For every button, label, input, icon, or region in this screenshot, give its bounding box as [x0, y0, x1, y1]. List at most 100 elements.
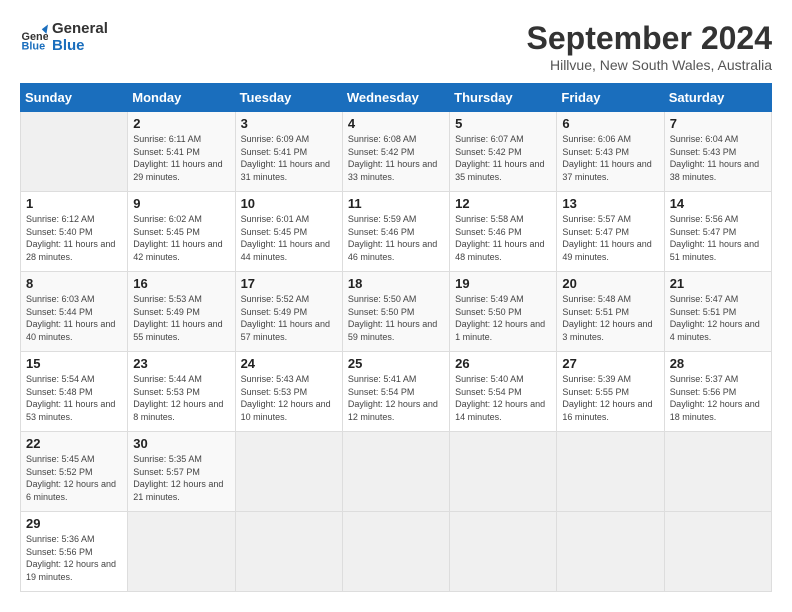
cell-info: Sunrise: 5:44 AMSunset: 5:53 PMDaylight:…	[133, 373, 229, 423]
table-cell	[128, 512, 235, 592]
day-number: 30	[133, 436, 229, 451]
table-cell: 30 Sunrise: 5:35 AMSunset: 5:57 PMDayligh…	[128, 432, 235, 512]
day-number: 3	[241, 116, 337, 131]
table-cell: 9Sunrise: 6:02 AMSunset: 5:45 PMDaylight…	[128, 192, 235, 272]
cell-info: Sunrise: 5:45 AMSunset: 5:52 PMDaylight:…	[26, 453, 122, 503]
day-number: 28	[670, 356, 766, 371]
table-cell: 22 Sunrise: 5:45 AMSunset: 5:52 PMDayligh…	[21, 432, 128, 512]
table-row: 29 Sunrise: 5:36 AMSunset: 5:56 PMDayligh…	[21, 512, 772, 592]
cell-info: Sunrise: 5:36 AMSunset: 5:56 PMDaylight:…	[26, 533, 122, 583]
cell-info: Sunrise: 5:40 AMSunset: 5:54 PMDaylight:…	[455, 373, 551, 423]
day-number: 13	[562, 196, 658, 211]
day-number: 21	[670, 276, 766, 291]
day-number: 27	[562, 356, 658, 371]
day-number: 16	[133, 276, 229, 291]
day-number: 4	[348, 116, 444, 131]
table-cell: 23 Sunrise: 5:44 AMSunset: 5:53 PMDayligh…	[128, 352, 235, 432]
table-cell: 26Sunrise: 5:40 AMSunset: 5:54 PMDayligh…	[450, 352, 557, 432]
day-number: 6	[562, 116, 658, 131]
table-cell: 16 Sunrise: 5:53 AMSunset: 5:49 PMDayligh…	[128, 272, 235, 352]
day-number: 8	[26, 276, 122, 291]
cell-info: Sunrise: 5:48 AMSunset: 5:51 PMDaylight:…	[562, 293, 658, 343]
table-cell	[235, 432, 342, 512]
day-number: 23	[133, 356, 229, 371]
day-number: 15	[26, 356, 122, 371]
table-cell: 19 Sunrise: 5:49 AMSunset: 5:50 PMDayligh…	[450, 272, 557, 352]
cell-info: Sunrise: 6:01 AMSunset: 5:45 PMDaylight:…	[241, 213, 337, 263]
cell-info: Sunrise: 6:12 AMSunset: 5:40 PMDaylight:…	[26, 213, 122, 263]
day-number: 9	[133, 196, 229, 211]
table-cell	[235, 512, 342, 592]
calendar-table: Sunday Monday Tuesday Wednesday Thursday…	[20, 83, 772, 592]
col-tuesday: Tuesday	[235, 84, 342, 112]
col-wednesday: Wednesday	[342, 84, 449, 112]
table-cell: 5Sunrise: 6:07 AMSunset: 5:42 PMDaylight…	[450, 112, 557, 192]
table-row: 15 Sunrise: 5:54 AMSunset: 5:48 PMDayligh…	[21, 352, 772, 432]
table-cell: 15 Sunrise: 5:54 AMSunset: 5:48 PMDayligh…	[21, 352, 128, 432]
table-cell: 8 Sunrise: 6:03 AMSunset: 5:44 PMDaylight…	[21, 272, 128, 352]
table-row: 2 Sunrise: 6:11 AMSunset: 5:41 PMDaylight…	[21, 112, 772, 192]
cell-info: Sunrise: 6:08 AMSunset: 5:42 PMDaylight:…	[348, 133, 444, 183]
cell-info: Sunrise: 5:43 AMSunset: 5:53 PMDaylight:…	[241, 373, 337, 423]
calendar-subtitle: Hillvue, New South Wales, Australia	[527, 57, 772, 73]
day-number: 5	[455, 116, 551, 131]
table-cell: 11Sunrise: 5:59 AMSunset: 5:46 PMDayligh…	[342, 192, 449, 272]
day-number: 2	[133, 116, 229, 131]
page-header: General Blue General Blue September 2024…	[20, 20, 772, 73]
col-saturday: Saturday	[664, 84, 771, 112]
cell-info: Sunrise: 6:06 AMSunset: 5:43 PMDaylight:…	[562, 133, 658, 183]
table-cell: 20 Sunrise: 5:48 AMSunset: 5:51 PMDayligh…	[557, 272, 664, 352]
day-number: 24	[241, 356, 337, 371]
day-number: 12	[455, 196, 551, 211]
table-cell: 27 Sunrise: 5:39 AMSunset: 5:55 PMDayligh…	[557, 352, 664, 432]
table-cell: 2 Sunrise: 6:11 AMSunset: 5:41 PMDaylight…	[128, 112, 235, 192]
table-cell: 3Sunrise: 6:09 AMSunset: 5:41 PMDaylight…	[235, 112, 342, 192]
day-number: 1	[26, 196, 122, 211]
table-cell: 6 Sunrise: 6:06 AMSunset: 5:43 PMDaylight…	[557, 112, 664, 192]
day-number: 22	[26, 436, 122, 451]
cell-info: Sunrise: 5:54 AMSunset: 5:48 PMDaylight:…	[26, 373, 122, 423]
table-cell: 17Sunrise: 5:52 AMSunset: 5:49 PMDayligh…	[235, 272, 342, 352]
cell-info: Sunrise: 5:47 AMSunset: 5:51 PMDaylight:…	[670, 293, 766, 343]
table-row: 8 Sunrise: 6:03 AMSunset: 5:44 PMDaylight…	[21, 272, 772, 352]
table-cell: 18 Sunrise: 5:50 AMSunset: 5:50 PMDayligh…	[342, 272, 449, 352]
cell-info: Sunrise: 5:49 AMSunset: 5:50 PMDaylight:…	[455, 293, 551, 343]
day-number: 25	[348, 356, 444, 371]
day-number: 10	[241, 196, 337, 211]
table-cell	[557, 512, 664, 592]
day-number: 19	[455, 276, 551, 291]
table-cell: 21 Sunrise: 5:47 AMSunset: 5:51 PMDayligh…	[664, 272, 771, 352]
svg-text:Blue: Blue	[22, 41, 46, 52]
day-number: 7	[670, 116, 766, 131]
cell-info: Sunrise: 5:50 AMSunset: 5:50 PMDaylight:…	[348, 293, 444, 343]
table-cell	[450, 512, 557, 592]
table-cell	[21, 112, 128, 192]
table-cell: 12Sunrise: 5:58 AMSunset: 5:46 PMDayligh…	[450, 192, 557, 272]
day-number: 18	[348, 276, 444, 291]
table-cell: 7 Sunrise: 6:04 AMSunset: 5:43 PMDaylight…	[664, 112, 771, 192]
logo-line2: Blue	[52, 37, 108, 54]
title-block: September 2024 Hillvue, New South Wales,…	[527, 20, 772, 73]
cell-info: Sunrise: 5:35 AMSunset: 5:57 PMDaylight:…	[133, 453, 229, 503]
cell-info: Sunrise: 6:04 AMSunset: 5:43 PMDaylight:…	[670, 133, 766, 183]
cell-info: Sunrise: 6:03 AMSunset: 5:44 PMDaylight:…	[26, 293, 122, 343]
table-cell: 29 Sunrise: 5:36 AMSunset: 5:56 PMDayligh…	[21, 512, 128, 592]
table-cell: 25Sunrise: 5:41 AMSunset: 5:54 PMDayligh…	[342, 352, 449, 432]
calendar-title: September 2024	[527, 20, 772, 57]
cell-info: Sunrise: 5:39 AMSunset: 5:55 PMDaylight:…	[562, 373, 658, 423]
cell-info: Sunrise: 6:11 AMSunset: 5:41 PMDaylight:…	[133, 133, 229, 183]
table-cell: 14 Sunrise: 5:56 AMSunset: 5:47 PMDayligh…	[664, 192, 771, 272]
table-row: 22 Sunrise: 5:45 AMSunset: 5:52 PMDayligh…	[21, 432, 772, 512]
table-cell: 10 Sunrise: 6:01 AMSunset: 5:45 PMDayligh…	[235, 192, 342, 272]
col-monday: Monday	[128, 84, 235, 112]
col-friday: Friday	[557, 84, 664, 112]
day-number: 29	[26, 516, 122, 531]
table-cell: 28 Sunrise: 5:37 AMSunset: 5:56 PMDayligh…	[664, 352, 771, 432]
cell-info: Sunrise: 5:53 AMSunset: 5:49 PMDaylight:…	[133, 293, 229, 343]
table-cell	[664, 432, 771, 512]
cell-info: Sunrise: 5:37 AMSunset: 5:56 PMDaylight:…	[670, 373, 766, 423]
day-number: 14	[670, 196, 766, 211]
day-number: 20	[562, 276, 658, 291]
cell-info: Sunrise: 5:56 AMSunset: 5:47 PMDaylight:…	[670, 213, 766, 263]
table-row: 1 Sunrise: 6:12 AMSunset: 5:40 PMDaylight…	[21, 192, 772, 272]
